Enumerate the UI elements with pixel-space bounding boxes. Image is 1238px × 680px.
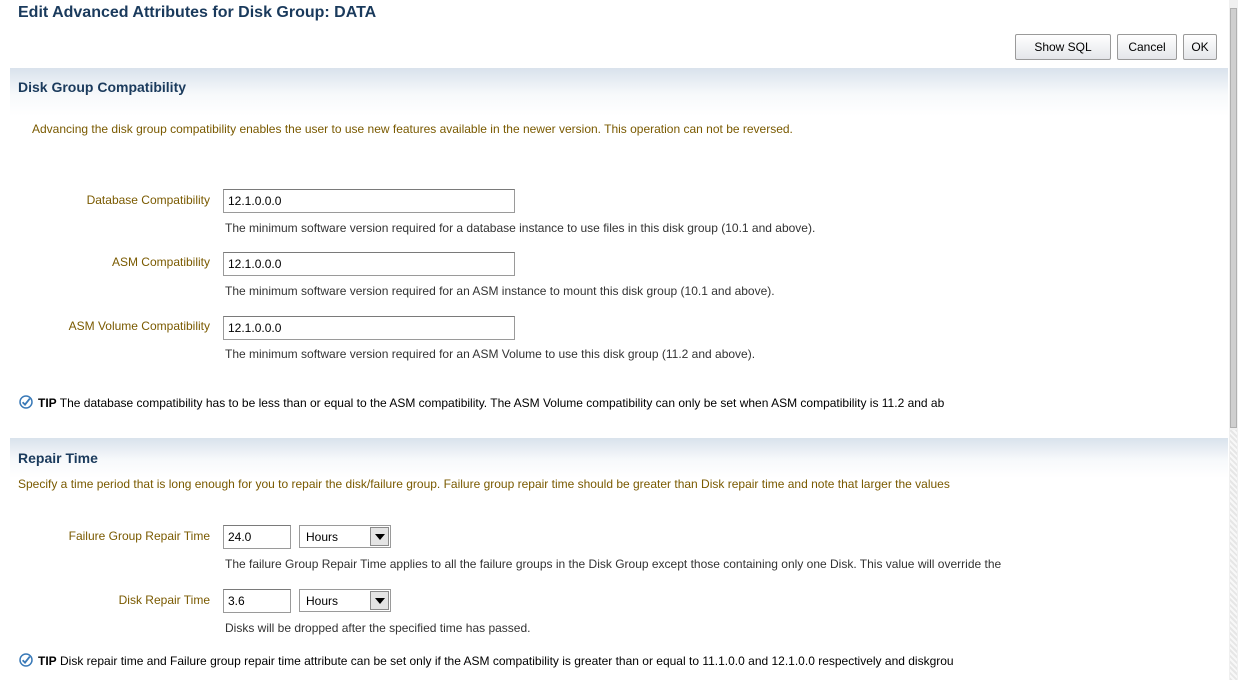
compatibility-section-band bbox=[10, 68, 1228, 116]
compatibility-tip: TIP The database compatibility has to be… bbox=[38, 396, 944, 410]
page-content: Edit Advanced Attributes for Disk Group:… bbox=[0, 0, 1228, 680]
ok-button[interactable]: OK bbox=[1183, 34, 1217, 60]
vertical-scrollbar[interactable] bbox=[1229, 0, 1238, 680]
asm-compatibility-input[interactable] bbox=[223, 252, 515, 276]
compatibility-description: Advancing the disk group compatibility e… bbox=[32, 122, 793, 136]
asm-volume-compatibility-help: The minimum software version required fo… bbox=[225, 347, 756, 361]
check-circle-icon bbox=[19, 395, 33, 409]
disk-repair-unit-value: Hours bbox=[306, 594, 339, 608]
repair-section-band bbox=[10, 438, 1228, 478]
compatibility-tip-label: TIP bbox=[38, 396, 57, 410]
asm-volume-compatibility-label: ASM Volume Compatibility bbox=[68, 319, 210, 333]
repair-tip: TIP Disk repair time and Failure group r… bbox=[38, 654, 954, 668]
chevron-down-icon bbox=[370, 591, 389, 610]
repair-tip-label: TIP bbox=[38, 654, 57, 668]
asm-compatibility-label: ASM Compatibility bbox=[111, 255, 210, 269]
page-title: Edit Advanced Attributes for Disk Group:… bbox=[18, 4, 377, 21]
disk-repair-time-input[interactable] bbox=[223, 589, 291, 613]
compatibility-tip-text: The database compatibility has to be les… bbox=[59, 396, 945, 410]
scrollbar-track[interactable] bbox=[1230, 430, 1237, 680]
failure-group-repair-time-label: Failure Group Repair Time bbox=[68, 529, 210, 543]
asm-compatibility-help: The minimum software version required fo… bbox=[225, 284, 775, 298]
disk-repair-time-help: Disks will be dropped after the specifie… bbox=[225, 621, 531, 635]
repair-section-header: Repair Time bbox=[18, 450, 98, 466]
compatibility-section-header: Disk Group Compatibility bbox=[18, 79, 187, 95]
failure-group-repair-unit-select[interactable]: Hours bbox=[299, 525, 391, 548]
database-compatibility-help: The minimum software version required fo… bbox=[225, 221, 816, 235]
repair-description: Specify a time period that is long enoug… bbox=[18, 477, 950, 491]
asm-volume-compatibility-input[interactable] bbox=[223, 316, 515, 340]
check-circle-icon bbox=[19, 653, 33, 667]
scrollbar-thumb[interactable] bbox=[1230, 8, 1237, 428]
repair-tip-text: Disk repair time and Failure group repai… bbox=[60, 654, 954, 668]
database-compatibility-label: Database Compatibility bbox=[86, 193, 210, 207]
failure-group-repair-time-input[interactable] bbox=[223, 525, 291, 549]
disk-repair-unit-select[interactable]: Hours bbox=[299, 589, 391, 612]
database-compatibility-input[interactable] bbox=[223, 189, 515, 213]
failure-group-repair-time-help: The failure Group Repair Time applies to… bbox=[225, 557, 1002, 571]
disk-repair-time-label: Disk Repair Time bbox=[118, 593, 210, 607]
cancel-button[interactable]: Cancel bbox=[1117, 34, 1177, 60]
failure-group-repair-unit-value: Hours bbox=[306, 530, 339, 544]
show-sql-button[interactable]: Show SQL bbox=[1015, 34, 1111, 60]
chevron-down-icon bbox=[370, 527, 389, 546]
